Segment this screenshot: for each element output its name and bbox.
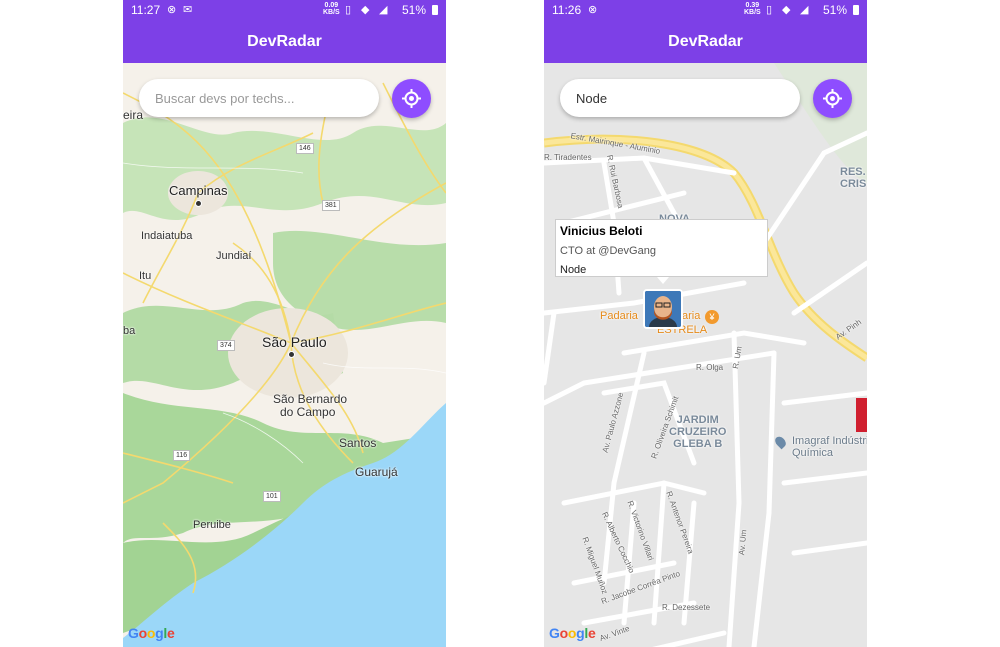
status-bar: 11:27 ⊗ ✉ 0.09 KB/S ▯ ◆ ◢ 51% [123,0,446,20]
battery-icon [853,5,859,15]
battery-icon [432,5,438,15]
app-title: DevRadar [544,20,867,63]
map-label: Indaiatuba [141,230,193,242]
signal-icon: ◢ [379,4,388,16]
map-label: Guarujá [355,465,398,479]
wifi-icon: ◆ [361,4,370,16]
notification-icon: ⊗ [588,4,598,16]
map-view[interactable]: eira Campinas Indaiatuba Jundiaí Itu ba … [123,63,446,647]
network-speed: 0.09 KB/S [323,2,340,16]
map-label: do Campo [280,405,336,419]
signal-icon: ◢ [800,4,809,16]
phone-screen-left: 11:27 ⊗ ✉ 0.09 KB/S ▯ ◆ ◢ 51% DevRadar B… [123,0,446,647]
map-label: Peruibe [193,519,231,531]
avatar-icon [645,291,681,327]
search-input[interactable] [139,79,365,117]
map-label: ba [123,325,136,337]
route-shield: 146 [296,143,314,154]
status-bar: 11:26 ⊗ 0.39 KB/S ▯ ◆ ◢ 51% [544,0,867,20]
street-label: R. Olga [696,363,724,372]
street-label: R. Tiradentes [544,153,592,162]
route-shield: 101 [263,491,281,502]
poi-label: Imagraf Indústria Química [792,435,867,459]
map-view[interactable]: Estr. Mairinque - Aluminio R. Tiradentes… [544,63,867,647]
speed-value: 0.39 [745,2,760,9]
route-shield: 374 [217,340,235,351]
speed-unit: KB/S [744,9,761,16]
route-shield: 381 [322,200,340,211]
callout-arrow [657,277,669,284]
status-time: 11:26 [552,3,582,17]
neighborhood-label: RES. ICRIS [840,166,867,190]
crosshair-icon [402,89,421,108]
wifi-icon: ◆ [782,4,791,16]
vibrate-icon: ▯ [766,4,773,16]
dev-callout[interactable]: Vinicius Beloti CTO at @DevGang Node [555,219,768,277]
neighborhood-line: GLEBA B [673,438,723,450]
locate-button[interactable] [392,79,431,118]
city-dot [195,200,202,207]
city-dot [288,351,295,358]
poi-line: Imagraf Indústria [792,435,867,447]
google-logo: Google [549,625,596,641]
network-speed: 0.39 KB/S [744,2,761,16]
street-label: R. Dezessete [662,603,711,612]
gmail-icon: ✉ [183,4,193,16]
map-label: Santos [339,436,377,450]
crosshair-icon [823,89,842,108]
map-label: São Bernardo [273,392,348,406]
neighborhood-label: JARDIM CRUZEIRO GLEBA B [669,414,726,450]
map-label: São Paulo [262,334,327,350]
map-canvas [123,63,446,647]
dev-name: Vinicius Beloti [560,224,643,238]
map-label: Itu [139,270,152,282]
app-title: DevRadar [123,20,446,63]
speed-unit: KB/S [323,9,340,16]
search-input[interactable] [560,79,786,117]
battery-level: 51% [822,3,847,17]
poi-label: aria [682,310,701,322]
route-shield: 116 [173,450,191,461]
status-time: 11:27 [131,3,161,17]
search-bar [560,79,800,117]
poi-label: Padaria [600,310,638,322]
phone-screen-right: 11:26 ⊗ 0.39 KB/S ▯ ◆ ◢ 51% DevRadar Nod… [544,0,867,647]
notification-icon: ⊗ [167,4,177,16]
locate-button[interactable] [813,79,852,118]
poi-line: Química [792,447,833,459]
map-label: Jundiaí [216,250,252,262]
google-logo: Google [128,625,175,641]
map-label: Campinas [169,183,228,198]
restaurant-icon: ¥ [705,310,719,324]
speed-value: 0.09 [324,2,339,9]
battery-level: 51% [401,3,426,17]
neighborhood-line: CRUZEIRO [669,426,727,438]
dev-bio: CTO at @DevGang [560,245,656,257]
res-label: CRIS [840,178,867,190]
search-bar [139,79,379,117]
res-label: RES. I [840,166,867,178]
neighborhood-line: JARDIM [676,414,719,426]
dev-techs: Node [560,264,587,276]
dev-avatar-marker[interactable] [643,289,683,329]
vibrate-icon: ▯ [345,4,352,16]
map-label: eira [123,108,144,122]
